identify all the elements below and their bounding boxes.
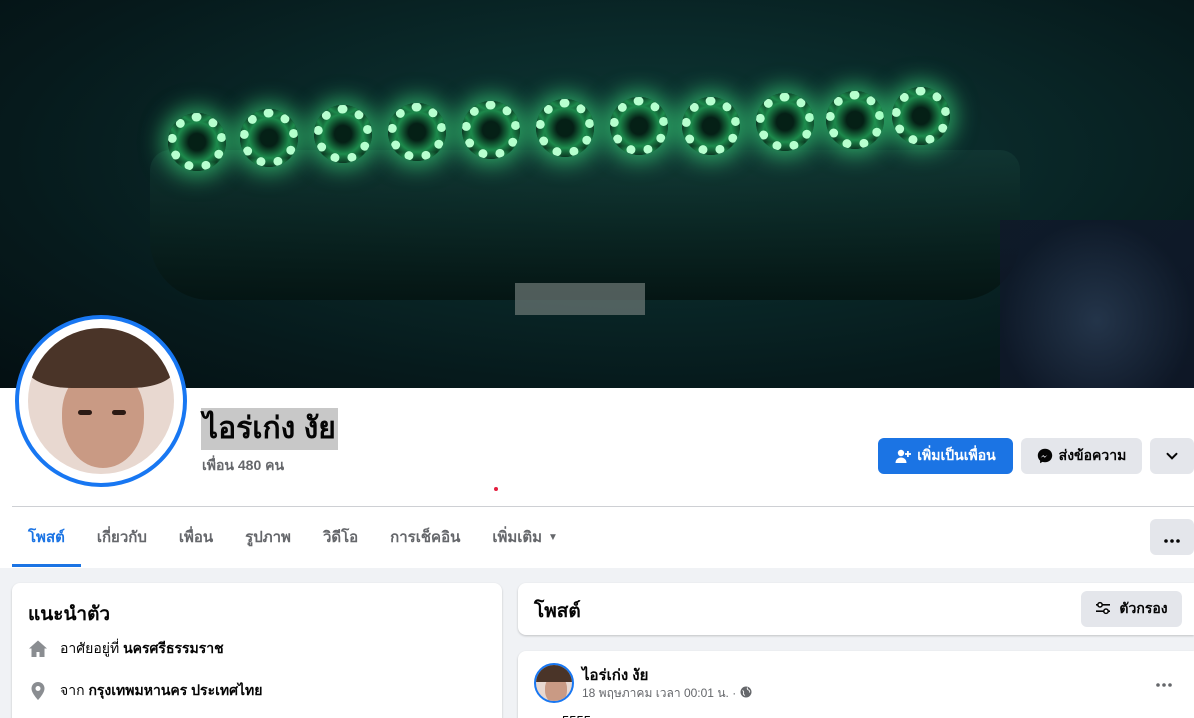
location-pin-icon xyxy=(28,681,48,701)
cover-license-plate xyxy=(515,283,645,315)
messenger-icon xyxy=(1037,448,1053,464)
friends-count[interactable]: เพื่อน 480 คน xyxy=(202,455,284,477)
post-meta: 18 พฤษภาคม เวลา 00:01 น. · xyxy=(582,684,752,703)
post-timestamp[interactable]: 18 พฤษภาคม เวลา 00:01 น. · xyxy=(582,684,736,703)
cover-photo[interactable] xyxy=(0,0,1194,388)
globe-icon xyxy=(740,686,752,701)
message-label: ส่งข้อความ xyxy=(1058,447,1127,463)
tab-more[interactable]: เพิ่มเติม ▼ xyxy=(476,507,574,567)
post-options-button[interactable] xyxy=(1148,669,1180,693)
profile-picture[interactable] xyxy=(15,315,187,487)
tab-posts[interactable]: โพสต์ xyxy=(12,507,81,567)
intro-from: จาก กรุงเทพมหานคร ประเทศไทย xyxy=(28,680,262,702)
tabs-options-button[interactable] xyxy=(1150,519,1194,555)
intro-lives-in: อาศัยอยู่ที่ นครศรีธรรมราช xyxy=(28,638,224,660)
add-friend-icon xyxy=(895,448,912,464)
filter-sliders-icon xyxy=(1095,600,1111,619)
more-dots-icon xyxy=(1156,672,1172,691)
intro-lives-link[interactable]: นครศรีธรรมราช xyxy=(123,640,224,656)
cover-shadow-figure xyxy=(1000,220,1194,388)
posts-title: โพสต์ xyxy=(534,601,581,622)
home-icon xyxy=(28,639,48,659)
message-button[interactable]: ส่งข้อความ xyxy=(1021,438,1142,474)
profile-tabs: โพสต์ เกี่ยวกับ เพื่อน รูปภาพ วิดีโอ การ… xyxy=(12,507,574,567)
tab-about[interactable]: เกี่ยวกับ xyxy=(81,507,163,567)
add-friend-label: เพิ่มเป็นเพื่อน xyxy=(917,447,996,463)
post-author-avatar[interactable] xyxy=(534,663,574,703)
red-dot-marker xyxy=(494,487,498,491)
post-card: ไอร่เก่ง งัย 18 พฤษภาคม เวลา 00:01 น. · … xyxy=(518,651,1194,718)
cover-led-lights xyxy=(160,85,960,175)
add-friend-button[interactable]: เพิ่มเป็นเพื่อน xyxy=(878,438,1013,474)
profile-options-button[interactable] xyxy=(1150,438,1194,474)
chevron-down-icon xyxy=(1165,449,1179,463)
caret-down-icon: ▼ xyxy=(548,531,558,543)
intro-title: แนะนำตัว xyxy=(28,604,111,625)
tab-checkins[interactable]: การเช็คอิน xyxy=(374,507,476,567)
avatar xyxy=(28,328,174,474)
posts-header-card: โพสต์ ตัวกรอง xyxy=(518,583,1194,635)
tab-videos[interactable]: วิดีโอ xyxy=(307,507,374,567)
filter-label: ตัวกรอง xyxy=(1119,600,1168,616)
post-text: 5555 xyxy=(562,713,591,718)
tab-photos[interactable]: รูปภาพ xyxy=(229,507,307,567)
intro-from-link[interactable]: กรุงเทพมหานคร ประเทศไทย xyxy=(88,682,262,698)
filter-button[interactable]: ตัวกรอง xyxy=(1081,591,1182,627)
tab-friends[interactable]: เพื่อน xyxy=(163,507,229,567)
intro-card: แนะนำตัว อาศัยอยู่ที่ นครศรีธรรมราช จาก … xyxy=(12,583,502,718)
profile-name: ไอร่เก่ง งัย xyxy=(201,408,338,450)
more-dots-icon xyxy=(1164,528,1180,547)
